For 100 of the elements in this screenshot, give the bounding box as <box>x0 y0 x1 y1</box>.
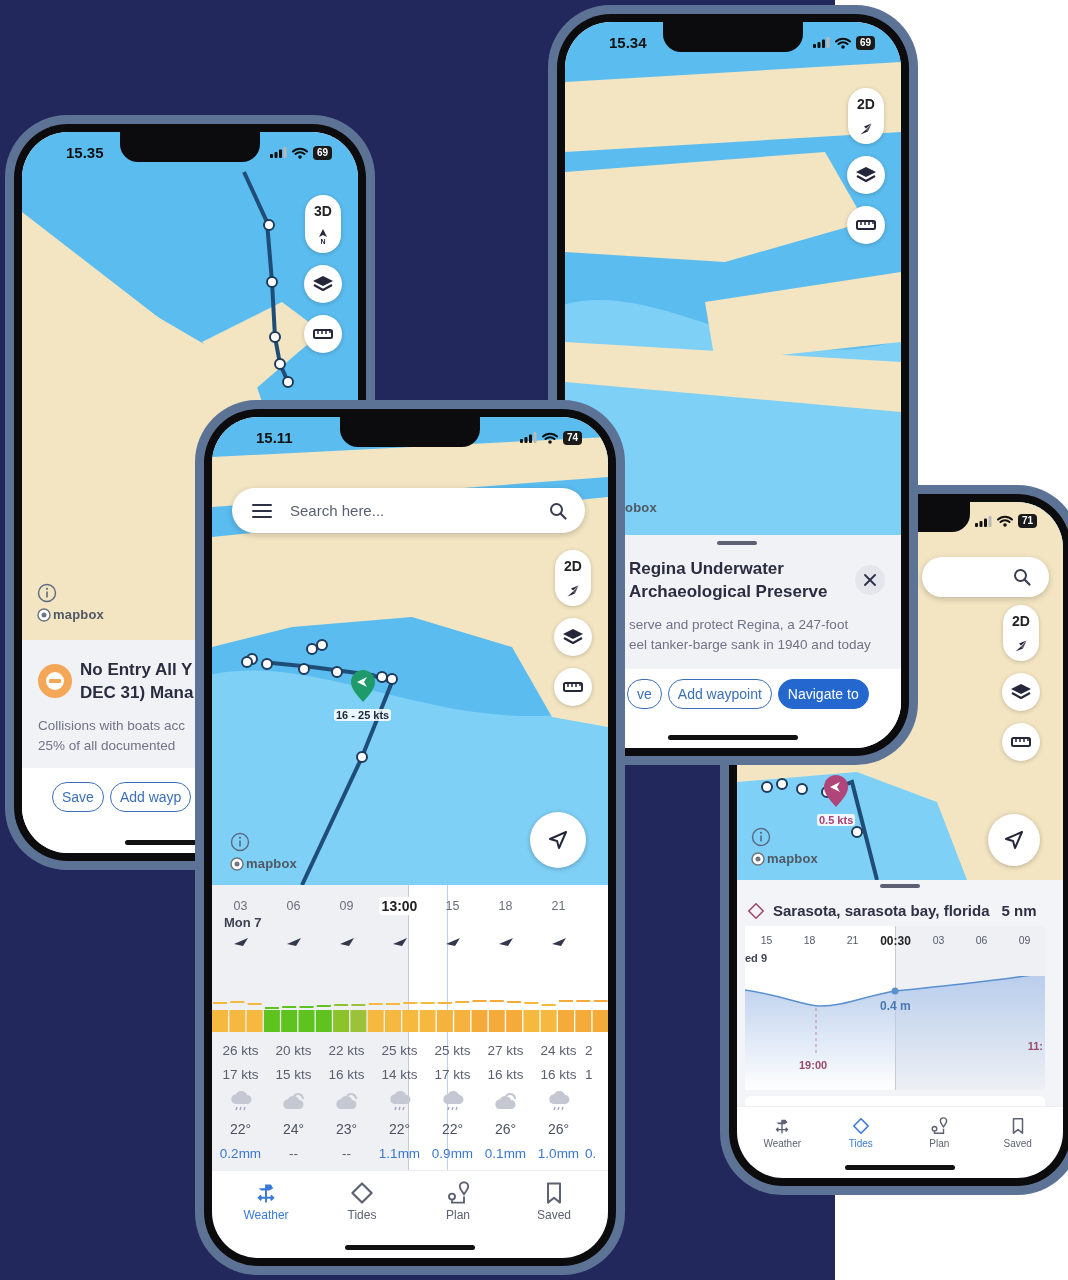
search-icon[interactable] <box>549 501 567 520</box>
info-icon[interactable] <box>230 832 250 852</box>
sheet-button[interactable]: Add wayp <box>109 782 192 812</box>
layers-icon <box>855 166 877 184</box>
forecast-hour[interactable]: 09 <box>336 898 357 914</box>
precipitation: 0.2mm <box>218 1145 263 1161</box>
wind-gust: 26 kts <box>221 1042 260 1058</box>
signal-icon <box>812 37 830 48</box>
rain-cloud-icon <box>440 1090 465 1112</box>
navigate-button[interactable]: Navigate to <box>777 679 869 709</box>
wifi-icon <box>291 146 308 159</box>
info-icon[interactable] <box>751 827 771 847</box>
precipitation: -- <box>341 1145 352 1161</box>
place-description: Collisions with boats acc 25% of all documented <box>38 717 186 755</box>
wind-gust: 24 kts <box>539 1042 578 1058</box>
nav-tab[interactable]: Tides <box>337 1181 387 1222</box>
wind-speed: 17 kts <box>433 1066 472 1082</box>
forecast-hour[interactable]: 15 <box>442 898 463 914</box>
next-tide-time: 11: <box>1027 1040 1043 1052</box>
drag-handle[interactable] <box>717 541 757 545</box>
ruler-icon <box>563 682 583 692</box>
status-time: 15.11 <box>256 429 293 446</box>
map-pin-icon[interactable] <box>348 669 377 703</box>
compass-needle-icon[interactable] <box>859 122 873 136</box>
view-mode-toggle[interactable]: 2D <box>857 96 875 112</box>
wind-speed-label: 16 - 25 kts <box>334 709 392 721</box>
forecast-hour[interactable]: 06 <box>283 898 304 914</box>
close-button[interactable] <box>855 565 885 595</box>
forecast-hour[interactable]: 21 <box>548 898 569 914</box>
view-mode-toggle[interactable]: 2D <box>564 558 582 574</box>
map-attribution[interactable]: mapbox <box>246 856 298 871</box>
wind-speed: 16 kts <box>486 1066 525 1082</box>
precipitation: -- <box>288 1145 299 1161</box>
nav-tab[interactable]: Weather <box>241 1181 291 1222</box>
route-pins-icon <box>446 1181 470 1205</box>
wind-arrow-icon <box>551 938 566 946</box>
wifi-icon <box>834 36 851 49</box>
search-icon[interactable] <box>1013 568 1031 586</box>
status-time: 15.35 <box>66 144 104 161</box>
mapbox-logo-icon <box>37 607 51 622</box>
location-arrow-icon <box>548 830 568 850</box>
compass-needle-icon[interactable] <box>1014 639 1028 653</box>
route-line[interactable] <box>242 171 294 388</box>
drag-handle[interactable] <box>880 884 920 888</box>
precipitation: 0.1mm <box>483 1145 528 1161</box>
forecast-hour[interactable]: 03 <box>230 898 251 914</box>
temperature: 24° <box>281 1121 306 1137</box>
wind-speed: 14 kts <box>380 1066 419 1082</box>
tide-day: ed 9 <box>745 952 1045 964</box>
wind-gust: 27 kts <box>486 1042 525 1058</box>
map-attribution[interactable]: obox <box>625 500 657 515</box>
tide-hour: 00:30 <box>880 934 911 948</box>
tide-station-icon <box>747 902 765 920</box>
nav-tab[interactable]: Plan <box>433 1181 483 1222</box>
tide-hour: 06 <box>975 934 988 948</box>
sheet-button[interactable]: ve <box>627 679 662 709</box>
map-attribution[interactable]: mapbox <box>767 851 819 866</box>
view-mode-toggle[interactable]: 2D <box>1012 613 1030 629</box>
compass-needle-icon[interactable] <box>566 584 580 598</box>
signal-icon <box>269 147 287 158</box>
nav-tab[interactable]: Plan <box>914 1117 965 1149</box>
search-bar[interactable]: Search here... <box>232 488 585 533</box>
ruler-icon <box>313 329 333 339</box>
wind-gust: 20 kts <box>274 1042 313 1058</box>
close-icon <box>864 574 876 586</box>
wind-arrow-icon <box>233 938 248 946</box>
layers-icon <box>562 628 584 646</box>
cloud-icon <box>493 1090 518 1112</box>
low-tide-time: 19:00 <box>799 1059 828 1071</box>
diamond-icon <box>851 1117 870 1135</box>
route-line[interactable] <box>241 639 398 885</box>
ruler-icon <box>1011 737 1031 747</box>
tide-location: Sarasota, sarasota bay, florida <box>773 902 990 920</box>
sheet-button[interactable]: Add waypoint <box>667 679 772 709</box>
view-mode-toggle[interactable]: 3D <box>314 203 332 219</box>
menu-icon[interactable] <box>252 503 272 518</box>
tide-chart[interactable]: 15 18 21 00:30 03 06 09 ed 9 0.4 m 19:00 11: <box>745 926 1045 1091</box>
nav-tab[interactable]: Weather <box>757 1117 808 1149</box>
wind-arrow-icon <box>445 938 460 946</box>
search-input[interactable]: Search here... <box>288 501 533 520</box>
wind-gust: 25 kts <box>380 1042 419 1058</box>
wind-speed: 17 kts <box>221 1066 260 1082</box>
info-icon[interactable] <box>37 583 57 603</box>
place-title: Regina Underwater Archaeological Preserve <box>629 558 828 603</box>
location-arrow-icon <box>1004 830 1024 850</box>
map-pin-icon[interactable] <box>822 774 851 808</box>
wind-arrow-icon <box>286 938 301 946</box>
nav-tab[interactable]: Tides <box>835 1117 886 1149</box>
wind-arrow-icon <box>339 938 354 946</box>
precipitation: 1.1mm <box>377 1145 422 1161</box>
rain-cloud-icon <box>228 1090 253 1112</box>
sheet-button[interactable]: Save <box>52 782 104 812</box>
wind-arrow-icon <box>392 938 407 946</box>
cloud-icon <box>334 1090 359 1112</box>
forecast-hour[interactable]: 18 <box>495 898 516 914</box>
tide-height: 0.4 m <box>880 999 911 1013</box>
map-attribution[interactable]: mapbox <box>53 607 105 622</box>
nav-tab[interactable]: Saved <box>529 1181 579 1222</box>
signal-icon <box>974 515 992 527</box>
nav-tab[interactable]: Saved <box>992 1117 1043 1149</box>
